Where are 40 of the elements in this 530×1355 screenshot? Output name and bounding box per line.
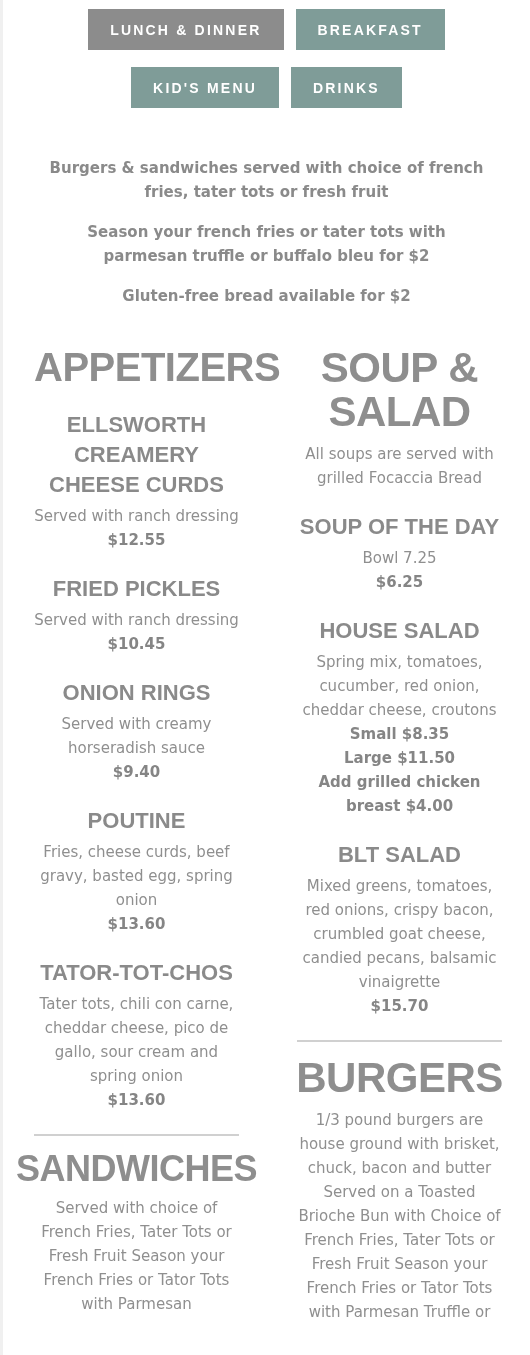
- menu-tab[interactable]: KID'S MENU: [131, 67, 279, 108]
- dish-price: Small $8.35: [349, 724, 450, 746]
- section-heading: SANDWICHES: [16, 1150, 257, 1188]
- dish-price: $6.25: [375, 572, 424, 594]
- dish-name: SOUP OF THE DAY: [299, 513, 500, 542]
- dish-price: $15.70: [370, 996, 429, 1018]
- dish-name: TATOR-TOT-CHOS: [40, 959, 233, 987]
- dish-name: HOUSE SALAD: [319, 617, 480, 646]
- menu-note: Gluten-free bread available for $2: [121, 286, 412, 307]
- dish-price: $13.60: [107, 914, 166, 935]
- dish-name: FRIED PICKLES: [52, 575, 221, 603]
- menu-tab[interactable]: DRINKS: [291, 67, 402, 108]
- dish-description: Fries, cheese curds, beef gravy, basted egg, spring onion: [39, 842, 234, 911]
- section-heading: BURGERS: [296, 1056, 503, 1101]
- dish-price: $9.40: [112, 762, 161, 783]
- dish-price: $13.60: [107, 1090, 166, 1111]
- dish-price: $10.45: [107, 634, 166, 655]
- dish-description: Spring mix, tomatoes, cucumber, red onion, cheddar cheese, croutons: [301, 652, 498, 722]
- dish-description: Served with ranch dressing: [34, 506, 239, 527]
- dish-description: Served with creamy horseradish sauce: [60, 714, 213, 759]
- menu-tab[interactable]: BREAKFAST: [295, 9, 445, 50]
- dish-price: $12.55: [107, 530, 166, 551]
- section-heading: APPETIZERS: [34, 346, 281, 388]
- menu-note: Burgers & sandwiches served with choice of french fries, tater tots or fresh fruit: [48, 158, 485, 203]
- menu-note: Season your french fries or tater tots with parmesan truffle or buffalo bleu for $2: [86, 222, 447, 267]
- dish-description: Tater tots, chili con carne, cheddar cheese, pico de gallo, sour cream and spring onion: [38, 994, 235, 1087]
- dish-name: POUTINE: [87, 807, 186, 835]
- section-description: Served with choice of French Fries, Tater Tots or Fresh Fruit Season your French Fries or Tator Tots with Parmesan: [40, 1197, 233, 1315]
- dish-price: Large $11.50: [343, 748, 456, 770]
- menu-tab[interactable]: LUNCH & DINNER: [88, 9, 284, 50]
- dish-description: Mixed greens, tomatoes, red onions, crispy bacon, crumbled goat cheese, candied pecans, balsamic vinaigrette: [301, 876, 498, 994]
- section-description: All soups are served with grilled Focaccia Bread: [304, 444, 495, 490]
- section-description: 1/3 pound burgers are house ground with brisket, chuck, bacon and butter Served on a Toasted Brioche Bun with Choice of French Fries, Tater Tots or Fresh Fruit Season your French Fries or Tator Tots with Parmesan Truffle or: [297, 1110, 502, 1324]
- dish-name: ONION RINGS: [62, 679, 211, 707]
- dish-description: Served with ranch dressing: [34, 610, 239, 631]
- section-heading: SOUP & SALAD: [319, 346, 480, 435]
- dish-description: Bowl 7.25: [361, 548, 438, 570]
- dish-price: Add grilled chicken breast $4.00: [317, 772, 482, 818]
- dish-name: ELLSWORTH CREAMERY CHEESE CURDS: [48, 411, 225, 499]
- dish-name: BLT SALAD: [338, 841, 461, 870]
